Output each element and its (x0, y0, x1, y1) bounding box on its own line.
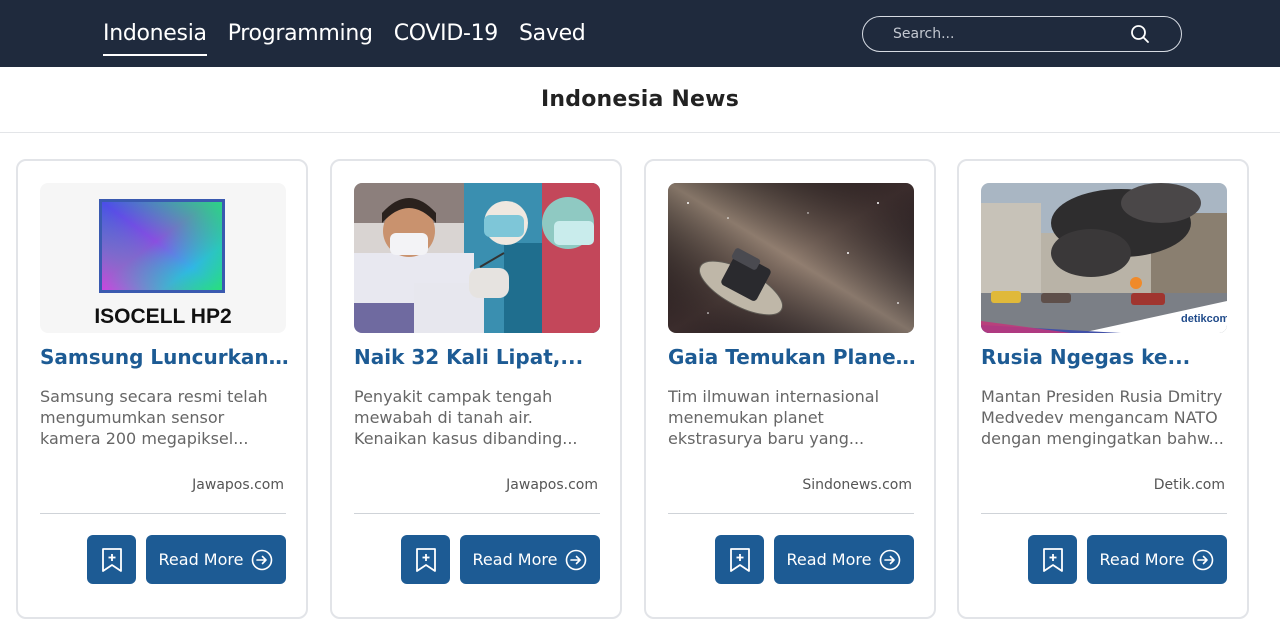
desc-line: Penyakit campak tengah (354, 387, 553, 406)
news-card: ISOCELL HP2 Samsung Luncurkan... Samsung… (16, 159, 308, 619)
desc-line: Tim ilmuwan internasional (668, 387, 880, 406)
bookmark-button[interactable] (401, 535, 450, 584)
arrow-right-circle-icon (1193, 549, 1214, 570)
card-source: Sindonews.com (802, 477, 912, 493)
desc-line: mewabah di tanah air. (354, 408, 533, 427)
card-title[interactable]: Gaia Temukan Plane... (668, 345, 918, 369)
read-more-label: Read More (1099, 550, 1185, 569)
desc-line: Mantan Presiden Rusia Dmitry (981, 387, 1223, 406)
desc-line: menemukan planet (668, 408, 824, 427)
arrow-right-circle-icon (880, 549, 901, 570)
card-description: Penyakit campak tengah mewabah di tanah … (354, 386, 604, 449)
read-more-button[interactable]: Read More (460, 535, 600, 584)
desc-line: Kenaikan kasus dibanding... (354, 429, 578, 448)
card-title[interactable]: Naik 32 Kali Lipat,... (354, 345, 604, 369)
read-more-button[interactable]: Read More (774, 535, 914, 584)
bookmark-button[interactable] (715, 535, 764, 584)
search-box (862, 16, 1182, 52)
bookmark-add-icon (1042, 547, 1063, 572)
news-card: Gaia Temukan Plane... Tim ilmuwan intern… (644, 159, 936, 619)
card-title[interactable]: Samsung Luncurkan... (40, 345, 290, 369)
card-description: Tim ilmuwan internasional menemukan plan… (668, 386, 918, 449)
nav-link-indonesia[interactable]: Indonesia (103, 0, 207, 67)
read-more-label: Read More (786, 550, 872, 569)
card-description: Samsung secara resmi telah mengumumkan s… (40, 386, 290, 449)
arrow-right-circle-icon (252, 549, 273, 570)
bookmark-add-icon (101, 547, 122, 572)
read-more-label: Read More (158, 550, 244, 569)
nav-link-saved[interactable]: Saved (519, 0, 586, 67)
read-more-label: Read More (472, 550, 558, 569)
card-description: Mantan Presiden Rusia Dmitry Medvedev me… (981, 386, 1231, 449)
search-input[interactable] (893, 23, 1133, 45)
bookmark-button[interactable] (87, 535, 136, 584)
bookmark-add-icon (415, 547, 436, 572)
card-title[interactable]: Rusia Ngegas ke... (981, 345, 1231, 369)
desc-line: kamera 200 megapiksel... (40, 429, 249, 448)
desc-line: mengumumkan sensor (40, 408, 225, 427)
card-divider (668, 513, 914, 514)
bookmark-button[interactable] (1028, 535, 1077, 584)
page-title: Indonesia News (541, 87, 739, 112)
card-divider (40, 513, 286, 514)
image-caption: detikcom (1181, 313, 1227, 325)
city-smoke-photo: detikcom (981, 183, 1227, 333)
nav-link-covid19[interactable]: COVID-19 (394, 0, 499, 67)
news-thumbnail[interactable] (668, 183, 914, 333)
arrow-right-circle-icon (566, 549, 587, 570)
card-divider (981, 513, 1227, 514)
desc-line: dengan mengingatkan bahw... (981, 429, 1224, 448)
card-divider (354, 513, 600, 514)
nav-link-programming[interactable]: Programming (228, 0, 373, 67)
desc-line: ekstrasurya baru yang... (668, 429, 865, 448)
news-thumbnail[interactable] (354, 183, 600, 333)
vaccination-photo (354, 183, 600, 333)
nav-links: Indonesia Programming COVID-19 Saved (103, 0, 606, 67)
news-card: Naik 32 Kali Lipat,... Penyakit campak t… (330, 159, 622, 619)
image-caption: ISOCELL HP2 (94, 305, 232, 328)
gaia-space-photo (668, 183, 914, 333)
page-title-bar: Indonesia News (0, 67, 1280, 133)
search-icon[interactable] (1129, 23, 1151, 45)
top-navbar: Indonesia Programming COVID-19 Saved (0, 0, 1280, 67)
card-source: Jawapos.com (506, 477, 598, 493)
desc-line: Medvedev mengancam NATO (981, 408, 1218, 427)
read-more-button[interactable]: Read More (146, 535, 286, 584)
news-thumbnail[interactable]: ISOCELL HP2 (40, 183, 286, 333)
read-more-button[interactable]: Read More (1087, 535, 1227, 584)
news-thumbnail[interactable]: detikcom (981, 183, 1227, 333)
card-source: Jawapos.com (192, 477, 284, 493)
card-source: Detik.com (1153, 477, 1225, 493)
news-card: detikcom Rusia Ngegas ke... Mantan Presi… (957, 159, 1249, 619)
desc-line: Samsung secara resmi telah (40, 387, 268, 406)
bookmark-add-icon (729, 547, 750, 572)
